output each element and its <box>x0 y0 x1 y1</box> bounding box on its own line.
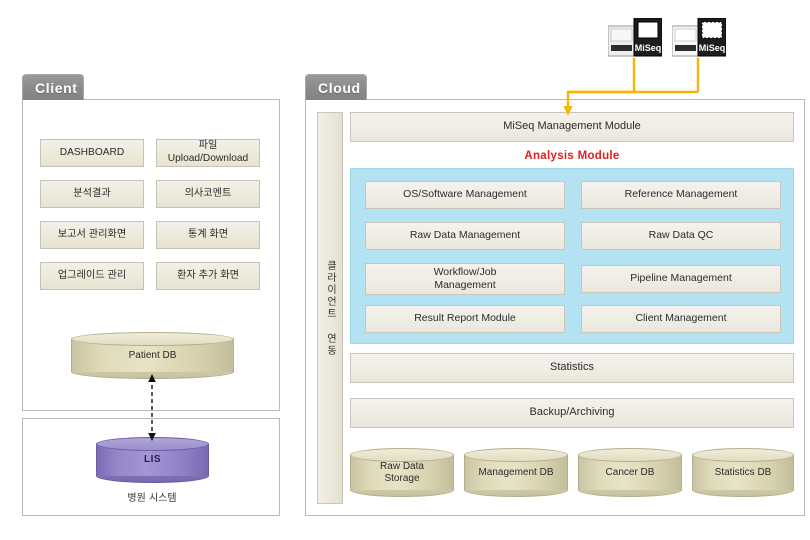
client-button-doctor-comment[interactable]: 의사코멘트 <box>156 180 260 208</box>
client-panel: DASHBOARD 파일 Upload/Download 분석결과 의사코멘트 … <box>22 99 280 411</box>
client-button-upgrade-management[interactable]: 업그레이드 관리 <box>40 262 144 290</box>
client-button-analysis-result-label: 분석결과 <box>73 187 111 199</box>
miseq-management-module[interactable]: MiSeq Management Module <box>350 112 794 142</box>
miseq-device-1-label: MiSeq <box>635 43 662 53</box>
statistics-db-label: Statistics DB <box>714 466 772 478</box>
analysis-item-raw-data-management-label: Raw Data Management <box>409 229 521 242</box>
client-button-add-patient-screen[interactable]: 환자 추가 화면 <box>156 262 260 290</box>
client-button-dashboard-label: DASHBOARD <box>59 146 125 158</box>
hospital-system-caption: 병원 시스템 <box>127 493 177 504</box>
cancer-db-cylinder: Cancer DB <box>578 448 682 497</box>
cloud-panel: 클라이언트 연동 MiSeq Management Module Analysi… <box>305 99 805 516</box>
analysis-item-raw-data-management[interactable]: Raw Data Management <box>365 222 565 250</box>
client-button-file-upload-download[interactable]: 파일 Upload/Download <box>156 139 260 167</box>
patient-db-label: Patient DB <box>128 349 177 361</box>
miseq-device-2: MiSeq <box>671 17 727 60</box>
client-button-statistics-screen-label: 통계 화면 <box>187 228 229 240</box>
client-button-add-patient-screen-label: 환자 추가 화면 <box>177 269 239 281</box>
client-button-upgrade-management-label: 업그레이드 관리 <box>57 269 127 281</box>
client-integration-sidebar-label: 클라이언트 연동 <box>324 259 336 357</box>
analysis-item-raw-data-qc-label: Raw Data QC <box>648 229 714 242</box>
client-button-report-management[interactable]: 보고서 관리화면 <box>40 221 144 249</box>
raw-data-storage-cylinder: Raw Data Storage <box>350 448 454 497</box>
client-button-report-management-label: 보고서 관리화면 <box>57 228 127 240</box>
analysis-item-reference-management-label: Reference Management <box>624 188 738 201</box>
lis-cylinder: LIS <box>96 437 209 483</box>
client-integration-sidebar: 클라이언트 연동 <box>317 112 343 504</box>
miseq-device-2-label: MiSeq <box>699 43 726 53</box>
miseq-device-1: MiSeq <box>607 17 663 60</box>
analysis-item-workflow-job-management-label: Workflow/Job Management <box>433 265 497 291</box>
analysis-item-pipeline-management-label: Pipeline Management <box>630 272 732 285</box>
analysis-item-workflow-job-management[interactable]: Workflow/Job Management <box>365 263 565 295</box>
cancer-db-label: Cancer DB <box>605 466 655 478</box>
hospital-panel: LIS 병원 시스템 <box>22 418 280 516</box>
lis-label: LIS <box>143 454 162 465</box>
cloud-group-tab-label: Cloud <box>318 79 361 96</box>
client-button-dashboard[interactable]: DASHBOARD <box>40 139 144 167</box>
analysis-item-reference-management[interactable]: Reference Management <box>581 181 781 209</box>
statistics-db-cylinder: Statistics DB <box>692 448 794 497</box>
miseq-management-module-label: MiSeq Management Module <box>503 120 641 133</box>
management-db-cylinder: Management DB <box>464 448 568 497</box>
management-db-label: Management DB <box>478 466 554 478</box>
analysis-item-result-report-module[interactable]: Result Report Module <box>365 305 565 333</box>
statistics-bar[interactable]: Statistics <box>350 353 794 383</box>
analysis-item-client-management-label: Client Management <box>635 312 727 325</box>
client-group-tab-label: Client <box>35 79 78 96</box>
client-button-analysis-result[interactable]: 분석결과 <box>40 180 144 208</box>
backup-archiving-bar[interactable]: Backup/Archiving <box>350 398 794 428</box>
raw-data-storage-label: Raw Data Storage <box>380 460 424 484</box>
client-button-doctor-comment-label: 의사코멘트 <box>184 187 232 199</box>
analysis-item-os-software-management[interactable]: OS/Software Management <box>365 181 565 209</box>
analysis-module-title-text: Analysis Module <box>524 150 620 162</box>
client-button-statistics-screen[interactable]: 통계 화면 <box>156 221 260 249</box>
client-group-tab[interactable]: Client <box>22 74 84 100</box>
statistics-bar-label: Statistics <box>549 361 594 374</box>
cloud-group-tab[interactable]: Cloud <box>305 74 367 100</box>
analysis-item-os-software-management-label: OS/Software Management <box>403 188 527 201</box>
backup-archiving-bar-label: Backup/Archiving <box>529 406 615 419</box>
architecture-diagram: MiSeq MiSeq Client DASHBOARD 파일 Upload/D… <box>0 0 810 540</box>
client-button-file-upload-download-label: 파일 Upload/Download <box>167 140 249 164</box>
analysis-item-pipeline-management[interactable]: Pipeline Management <box>581 265 781 293</box>
analysis-item-client-management[interactable]: Client Management <box>581 305 781 333</box>
analysis-module-container: OS/Software Management Reference Managem… <box>350 168 794 344</box>
patient-db-cylinder: Patient DB <box>71 332 234 379</box>
analysis-item-raw-data-qc[interactable]: Raw Data QC <box>581 222 781 250</box>
analysis-item-result-report-module-label: Result Report Module <box>414 312 516 325</box>
analysis-module-title: Analysis Module <box>350 150 794 162</box>
